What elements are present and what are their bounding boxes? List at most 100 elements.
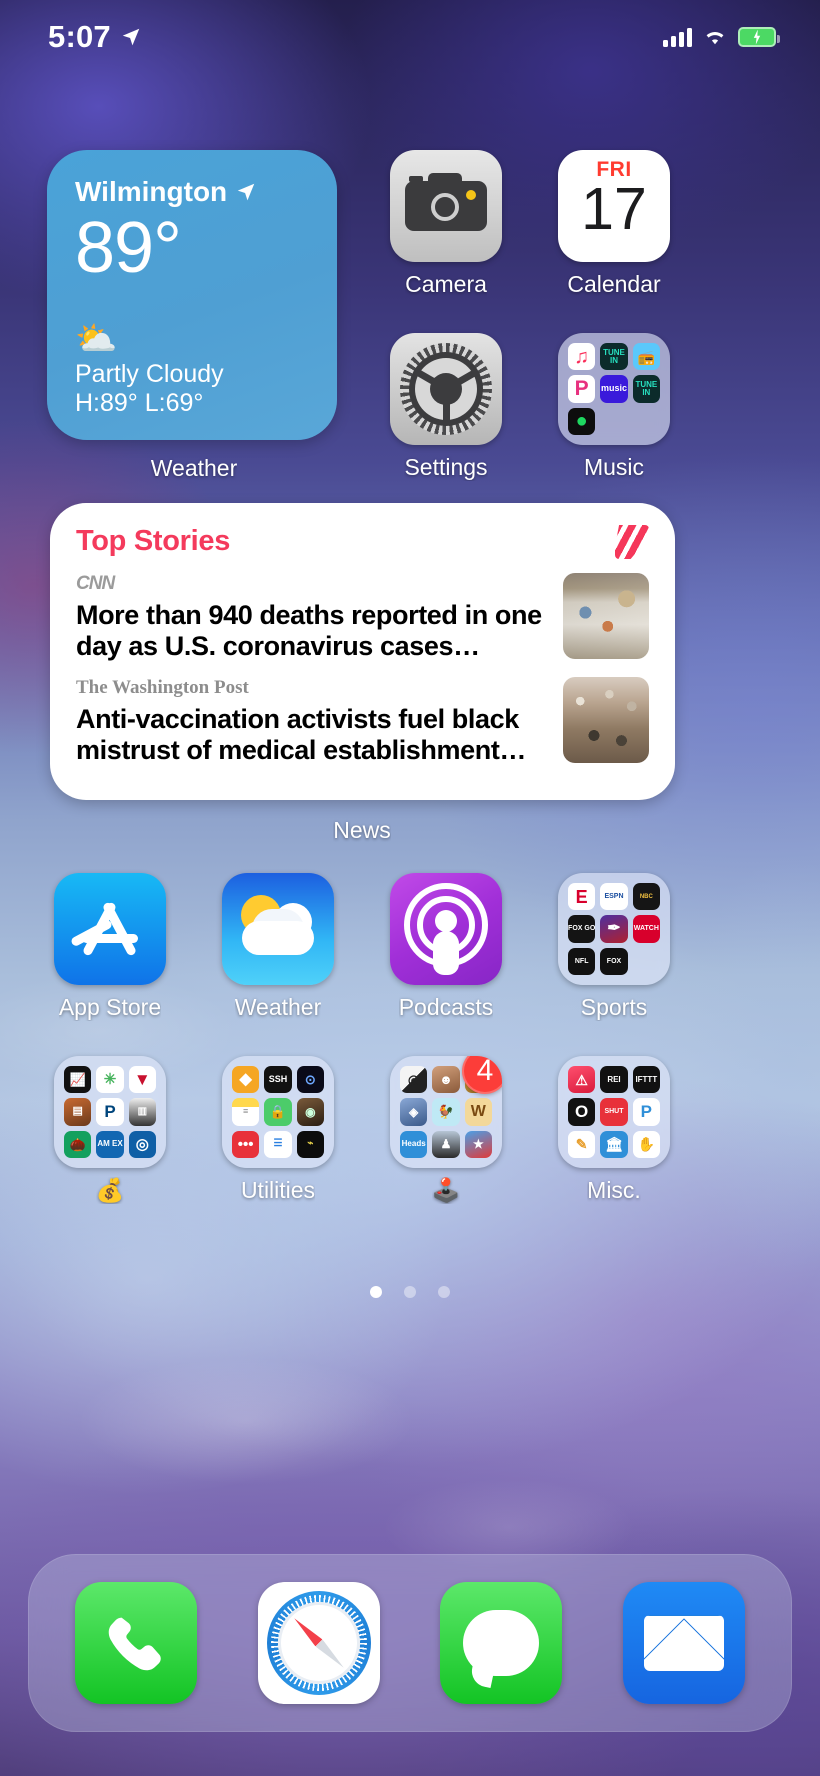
location-arrow-icon <box>237 183 255 201</box>
folder-icon[interactable]: ♫ TUNE IN 📻 P music TUNE IN ● <box>558 333 670 445</box>
weather-icon[interactable] <box>222 873 334 985</box>
mini-app-ssh: SSH <box>264 1066 292 1094</box>
folder-finance-label: 💰 <box>95 1177 125 1203</box>
mini-app-shutter: SHUT <box>600 1098 628 1126</box>
folder-finance[interactable]: 📈 ✳ ▼ ▤ P ▥ 🌰 AM EX ◎ 💰 <box>26 1056 194 1204</box>
folder-sports[interactable]: E ESPN NBC FOX GO ✒ WATCH NFL FOX Sports <box>530 873 698 1021</box>
mini-app-tunein: TUNE IN <box>632 375 660 403</box>
mini-app-watch-espn: WATCH <box>632 915 660 943</box>
mini-app-p-app: P <box>632 1098 660 1126</box>
mini-app-clover: ✳ <box>96 1066 124 1094</box>
app-app-store[interactable]: App Store <box>26 873 194 1021</box>
app-podcasts[interactable]: Podcasts <box>362 873 530 1021</box>
mini-app-reminders: ☰ <box>264 1130 292 1158</box>
folder-misc-label: Misc. <box>587 1177 641 1203</box>
folder-icon[interactable]: E ESPN NBC FOX GO ✒ WATCH NFL FOX <box>558 873 670 985</box>
mini-app-shadow: ✋ <box>632 1130 660 1158</box>
app-camera[interactable]: Camera <box>362 150 530 298</box>
camera-icon[interactable] <box>390 150 502 262</box>
app-settings[interactable]: Settings <box>362 333 530 481</box>
weather-city: Wilmington <box>75 176 228 207</box>
weather-details: ⛅ Partly Cloudy H:89° L:69° <box>75 322 309 418</box>
mini-app-words: W <box>464 1098 492 1126</box>
mini-app-terminal: ⌁ <box>296 1130 324 1158</box>
folder-games[interactable]: ◎ ☻ ⚔ ◈ 🐓 W Heads ♟ ★ 4 🕹️ <box>362 1056 530 1204</box>
mini-app-the-athletic: ✒ <box>600 915 628 943</box>
home-screen-page: Wilmington 89° ⛅ Partly Cloudy H:89° L:6… <box>0 0 820 1776</box>
app-app-store-label: App Store <box>58 994 162 1020</box>
mini-app-nbc-sports: NBC <box>632 883 660 911</box>
mini-app-authy: 🔒 <box>264 1098 292 1126</box>
podcasts-icon[interactable] <box>390 873 502 985</box>
mini-app-dots: ••• <box>232 1130 260 1158</box>
folder-sports-label: Sports <box>580 994 648 1020</box>
mini-app-espn-fc: ESPN <box>600 883 628 911</box>
app-weather[interactable]: Weather <box>194 873 362 1021</box>
app-podcasts-label: Podcasts <box>398 994 494 1020</box>
message-bubble-icon[interactable] <box>440 1582 563 1704</box>
mini-app-draw: ✎ <box>568 1130 596 1158</box>
folder-icon[interactable]: ◎ ☻ ⚔ ◈ 🐓 W Heads ♟ ★ 4 <box>390 1056 502 1168</box>
folder-music-label: Music <box>583 454 645 480</box>
folder-icon[interactable]: ◆ SSH ⊙ ≡ 🔒 ◉ ••• ☰ ⌁ <box>222 1056 334 1168</box>
handset-glyph <box>108 1617 161 1671</box>
mini-app-chase: ◎ <box>128 1130 156 1158</box>
mini-app-fox-sports-go: FOX GO <box>568 915 596 943</box>
news-story[interactable]: CNN More than 940 deaths reported in one… <box>76 573 649 663</box>
page-indicator[interactable] <box>0 1286 820 1298</box>
page-dot-3[interactable] <box>438 1286 450 1298</box>
weather-widget-label: Weather <box>150 455 238 481</box>
app-calendar-label: Calendar <box>567 271 661 297</box>
mini-app-fox-sports: FOX <box>600 947 628 975</box>
news-widget-label: News <box>333 817 391 843</box>
folder-icon[interactable]: 📈 ✳ ▼ ▤ P ▥ 🌰 AM EX ◎ <box>54 1056 166 1168</box>
mini-app-nfl: NFL <box>568 947 596 975</box>
folder-icon[interactable]: ⚠ REI IFTTT O SHUT P ✎ 🏛 ✋ <box>558 1056 670 1168</box>
calendar-icon[interactable]: FRI 17 <box>558 150 670 262</box>
folder-misc[interactable]: ⚠ REI IFTTT O SHUT P ✎ 🏛 ✋ Misc. <box>530 1056 698 1204</box>
mini-app-amazon-music: music <box>600 375 628 403</box>
folder-utilities[interactable]: ◆ SSH ⊙ ≡ 🔒 ◉ ••• ☰ ⌁ Utilities <box>194 1056 362 1204</box>
mini-app-cards: ▥ <box>128 1098 156 1126</box>
app-calendar[interactable]: FRI 17 Calendar <box>530 150 698 298</box>
mini-app-mario: ★ <box>464 1130 492 1158</box>
news-story-thumbnail <box>563 573 649 659</box>
mini-app-espn: E <box>568 883 596 911</box>
mini-app-notes: ≡ <box>232 1098 260 1126</box>
mini-app-shooter: ♟ <box>432 1130 460 1158</box>
mini-app-1password: ◆ <box>232 1066 260 1094</box>
page-dot-2[interactable] <box>404 1286 416 1298</box>
mini-slot-empty <box>600 408 627 435</box>
mini-app-vanguard: ▼ <box>128 1066 156 1094</box>
compass-icon[interactable] <box>257 1582 380 1704</box>
mini-app-radio: 📻 <box>632 343 660 371</box>
partly-cloudy-icon: ⛅ <box>75 320 118 358</box>
news-story[interactable]: The Washington Post Anti-vaccination act… <box>76 676 649 767</box>
mini-app-face-game: ☻ <box>432 1066 460 1094</box>
mini-slot-empty <box>633 948 660 975</box>
phone-icon[interactable] <box>75 1582 198 1704</box>
mini-app-ifttt: IFTTT <box>632 1066 660 1094</box>
mini-app-bank: 🏛 <box>600 1130 628 1158</box>
mini-app-golf: ◎ <box>400 1066 428 1094</box>
news-story-text: CNN More than 940 deaths reported in one… <box>76 573 547 663</box>
news-widget[interactable]: Top Stories CNN More than 940 deaths rep… <box>50 503 675 800</box>
news-section-title: Top Stories <box>76 525 231 557</box>
app-settings-label: Settings <box>404 454 488 480</box>
mini-app-rei: REI <box>600 1066 628 1094</box>
mini-app-amex: AM EX <box>96 1130 124 1158</box>
envelope-icon[interactable] <box>622 1582 745 1704</box>
weather-city-row: Wilmington <box>75 176 309 208</box>
folder-music[interactable]: ♫ TUNE IN 📻 P music TUNE IN ● Music <box>530 333 698 481</box>
news-story-source: The Washington Post <box>76 676 249 698</box>
weather-widget[interactable]: Wilmington 89° ⛅ Partly Cloudy H:89° L:6… <box>47 150 337 440</box>
news-story-thumbnail <box>563 676 649 763</box>
app-store-icon[interactable] <box>54 873 166 985</box>
weather-widget-label-wrap: Weather <box>110 446 278 482</box>
folder-utilities-label: Utilities <box>240 1177 316 1203</box>
app-camera-label: Camera <box>405 271 487 297</box>
mini-app-wallet: ▤ <box>64 1098 92 1126</box>
mini-app-watch: ⊙ <box>296 1066 324 1094</box>
page-dot-1[interactable] <box>370 1286 382 1298</box>
gear-icon[interactable] <box>390 333 502 445</box>
